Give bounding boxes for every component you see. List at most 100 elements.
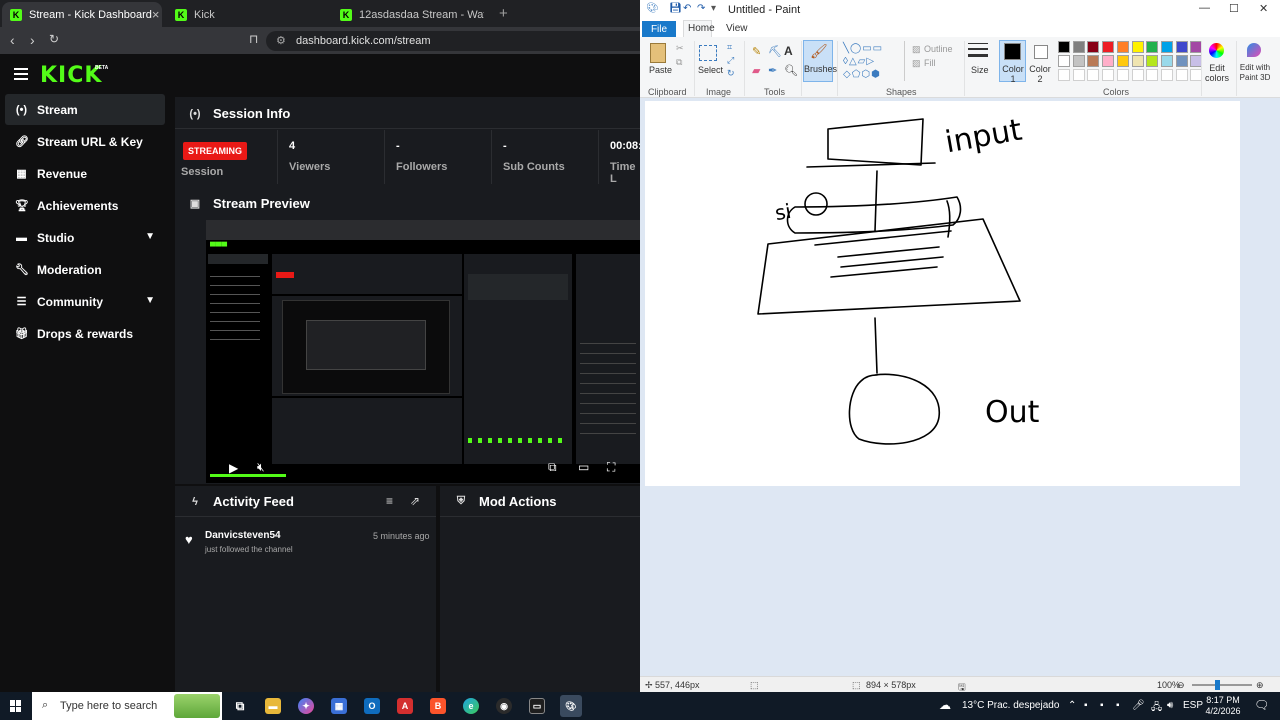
eraser-icon[interactable]: ▰	[752, 64, 760, 77]
color-swatch[interactable]	[1087, 41, 1100, 53]
sidebar-item-studio[interactable]: ▬ Studio ▼	[5, 222, 165, 253]
obs-icon[interactable]: ◉	[496, 698, 512, 714]
color-picker-icon[interactable]: ✒	[768, 64, 777, 77]
paste-icon[interactable]	[650, 43, 666, 63]
tray-app-icon[interactable]: ▪	[1116, 700, 1120, 711]
bookmark-icon[interactable]: ⊓	[249, 32, 258, 46]
sidebar-item-moderation[interactable]: 🔧︎ Moderation	[5, 254, 165, 285]
tab-home-label[interactable]: Home	[688, 23, 715, 34]
close-tab-icon[interactable]: ×	[152, 7, 160, 22]
color-swatch[interactable]	[1087, 55, 1100, 67]
filter-icon[interactable]: ≡	[386, 494, 393, 508]
color-swatch[interactable]	[1175, 55, 1188, 67]
chevron-down-icon[interactable]: ▼	[145, 231, 155, 242]
zoom-slider-thumb[interactable]	[1215, 680, 1220, 690]
tray-app-icon[interactable]: ▪	[1084, 700, 1088, 711]
cut-icon[interactable]: ✂	[676, 43, 684, 54]
file-menu[interactable]: File	[642, 21, 676, 37]
color-swatch[interactable]	[1175, 41, 1188, 53]
forward-icon[interactable]: ›	[30, 32, 35, 48]
mute-icon[interactable]: 🔇︎	[257, 460, 265, 475]
sidebar-item-revenue[interactable]: ▦ Revenue	[5, 158, 165, 189]
zoom-in-icon[interactable]: ⊕	[1256, 680, 1264, 691]
color-swatch[interactable]	[1058, 41, 1070, 53]
size-label[interactable]: Size	[971, 65, 989, 75]
rotate-icon[interactable]: ↻	[727, 68, 735, 79]
zoom-slider[interactable]	[1192, 684, 1252, 686]
shapes-gallery[interactable]: ╲◯▭▭ ◊△▱▷ ◇⬠⬡⬢	[843, 42, 903, 82]
size-icon[interactable]	[968, 43, 988, 61]
custom-color-swatch[interactable]	[1116, 69, 1129, 81]
color2-label[interactable]: Color 2	[1029, 64, 1051, 84]
color-swatch[interactable]	[1131, 41, 1144, 53]
pencil-icon[interactable]: ✎	[752, 45, 761, 58]
shapes-scroll[interactable]	[904, 41, 908, 81]
fill-label[interactable]: Fill	[924, 58, 936, 68]
back-icon[interactable]: ‹	[10, 32, 15, 48]
sidebar-item-achievements[interactable]: 🏆︎ Achievements	[5, 190, 165, 221]
theater-icon[interactable]: ▭	[578, 460, 589, 474]
notifications-icon[interactable]: 🗨︎	[1254, 698, 1269, 712]
redo-icon[interactable]: ↷	[697, 3, 705, 14]
sidebar-item-stream[interactable]: (•) Stream	[5, 94, 165, 125]
paint3d-icon[interactable]	[1247, 43, 1261, 57]
weather-text[interactable]: 13°C Prac. despejado	[962, 700, 1059, 711]
edit-colors-label[interactable]: Edit colors	[1202, 63, 1232, 83]
color-swatch[interactable]	[1131, 55, 1144, 67]
reload-icon[interactable]: ↻	[49, 32, 59, 46]
close-icon[interactable]: ✕	[1259, 2, 1268, 15]
sidebar-item-community[interactable]: ☰ Community ▼	[5, 286, 165, 317]
save-icon[interactable]: 💾︎	[669, 3, 682, 14]
color-swatch[interactable]	[1160, 41, 1173, 53]
custom-color-swatch[interactable]	[1058, 69, 1070, 81]
custom-color-swatch[interactable]	[1087, 69, 1100, 81]
feed-username[interactable]: Danvicsteven54	[205, 530, 281, 541]
site-info-icon[interactable]: ⚙	[276, 34, 286, 47]
color-swatch[interactable]	[1072, 55, 1085, 67]
stream-preview-video[interactable]: ▀▀▀	[206, 220, 640, 483]
paint-taskbar-icon[interactable]: 🎨︎	[560, 695, 582, 717]
edge-icon[interactable]: e	[463, 698, 479, 714]
color-swatch[interactable]	[1072, 41, 1085, 53]
color-swatch[interactable]	[1102, 55, 1115, 67]
volume-icon[interactable]: 🔊︎	[1167, 700, 1173, 711]
color-swatch[interactable]	[1146, 41, 1159, 53]
tray-app-icon[interactable]: ▪	[1100, 700, 1104, 711]
copy-icon[interactable]: ⧉	[676, 57, 682, 68]
undo-icon[interactable]: ↶	[683, 3, 691, 14]
tab-kick-stream[interactable]: K 12asdasdaa Stream - Watch Live on Kick	[332, 2, 492, 27]
taskbar-search[interactable]: ⌕ Type here to search	[32, 692, 222, 720]
chevron-down-icon[interactable]: ▼	[145, 295, 155, 306]
color-swatch[interactable]	[1058, 55, 1070, 67]
color2-swatch[interactable]	[1034, 45, 1048, 59]
system-clock[interactable]: 8:17 PM 4/2/2026	[1200, 695, 1246, 717]
file-explorer-icon[interactable]: ▬	[265, 698, 281, 714]
terminal-icon[interactable]: ▭	[529, 698, 545, 714]
drawing-canvas[interactable]: input si Out	[645, 101, 1240, 486]
brave-icon[interactable]: B	[430, 698, 446, 714]
fill-icon[interactable]: ⛏	[768, 45, 782, 58]
play-icon[interactable]: ▶	[229, 461, 238, 475]
network-icon[interactable]: 🖧︎	[1151, 700, 1162, 717]
crop-icon[interactable]: ⌗	[727, 42, 732, 53]
color-swatch[interactable]	[1160, 55, 1173, 67]
zoom-out-icon[interactable]: ⊖	[1177, 680, 1185, 691]
task-view-icon[interactable]: ⧉	[232, 698, 248, 714]
popout-icon[interactable]: ⇗	[410, 494, 420, 508]
minimize-icon[interactable]: —	[1199, 2, 1210, 14]
color-swatch[interactable]	[1146, 55, 1159, 67]
color-swatch[interactable]	[1116, 55, 1129, 67]
menu-icon[interactable]	[14, 68, 28, 80]
store-icon[interactable]: ▦	[331, 698, 347, 714]
tab-view[interactable]: View	[726, 23, 748, 34]
maximize-icon[interactable]: ☐	[1229, 2, 1239, 15]
color-swatch[interactable]	[1116, 41, 1129, 53]
custom-color-swatch[interactable]	[1160, 69, 1173, 81]
pip-icon[interactable]: ⧉	[548, 460, 557, 475]
microphone-icon[interactable]: 🎤︎	[1132, 700, 1145, 711]
outline-icon[interactable]: ▨	[912, 44, 921, 55]
acrobat-icon[interactable]: A	[397, 698, 413, 714]
custom-color-swatch[interactable]	[1072, 69, 1085, 81]
fullscreen-icon[interactable]: ⛶	[607, 460, 615, 475]
tray-chevron-icon[interactable]: ⌃	[1068, 700, 1076, 711]
